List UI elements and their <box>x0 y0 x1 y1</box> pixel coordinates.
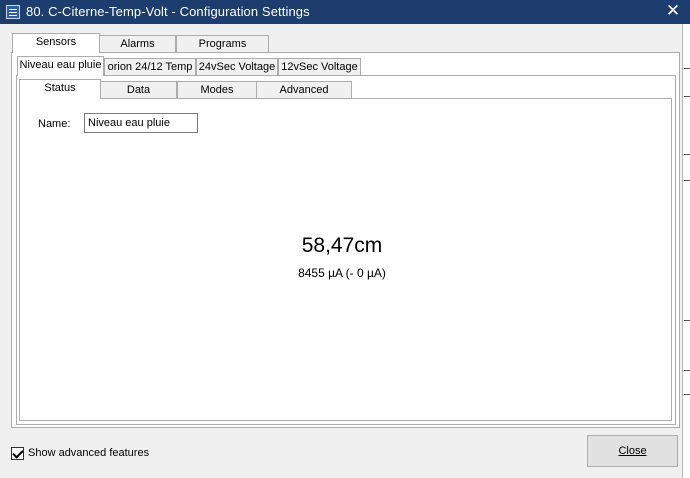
window-close-icon[interactable]: ✕ <box>656 0 690 24</box>
tab-sensor-orion-temp[interactable]: orion 24/12 Temp <box>104 58 196 76</box>
window-title: 80. C-Citerne-Temp-Volt - Configuration … <box>26 4 310 19</box>
tab-sensor-24v-voltage[interactable]: 24vSec Voltage <box>196 58 278 76</box>
show-advanced-label[interactable]: Show advanced features <box>28 447 149 459</box>
name-label: Name: <box>38 118 71 130</box>
close-button[interactable]: Close <box>587 435 678 467</box>
tab-sensor-12v-voltage[interactable]: 12vSec Voltage <box>278 58 361 76</box>
tab-modes[interactable]: Modes <box>177 81 257 99</box>
sensor-reading: 58,47cm <box>301 234 383 257</box>
title-bar[interactable]: 80. C-Citerne-Temp-Volt - Configuration … <box>0 0 690 24</box>
tab-alarms[interactable]: Alarms <box>99 35 176 53</box>
tab-data[interactable]: Data <box>100 81 177 99</box>
close-button-label: Close <box>618 445 647 457</box>
tab-programs[interactable]: Programs <box>176 35 269 53</box>
dialog-body: Sensors Alarms Programs Niveau eau pluie… <box>0 24 690 478</box>
tab-sensors[interactable]: Sensors <box>12 33 100 53</box>
tab-status[interactable]: Status <box>19 79 101 99</box>
app-icon <box>6 5 20 19</box>
tab-sensor-niveau-eau-pluie[interactable]: Niveau eau pluie <box>17 56 104 76</box>
tab-advanced[interactable]: Advanced <box>256 81 352 99</box>
name-field[interactable] <box>84 113 198 133</box>
show-advanced-checkbox[interactable] <box>11 447 24 460</box>
status-panel <box>19 98 672 421</box>
sensor-current: 8455 µA (- 0 µA) <box>298 266 386 280</box>
